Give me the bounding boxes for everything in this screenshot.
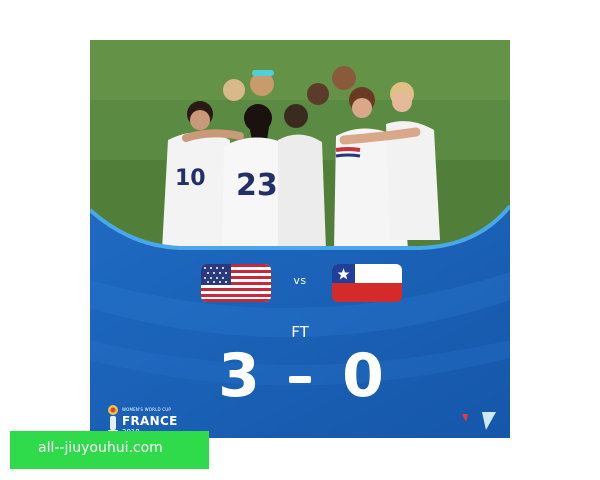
score-card: 10 23 vs FT 3 0 WOMEN'S WORLD CUP FRANCE xyxy=(90,40,510,438)
match-status: FT xyxy=(291,323,309,341)
usa-flag-icon xyxy=(201,264,271,302)
world-cup-emblem-icon xyxy=(108,405,118,433)
versus-label: vs xyxy=(293,274,307,287)
chile-flag-icon xyxy=(332,264,402,302)
chile-flag xyxy=(332,264,402,302)
home-score: 3 xyxy=(218,341,260,411)
away-score: 0 xyxy=(342,341,384,411)
watermark-banner: all--jiuyouhui.com xyxy=(10,431,209,469)
score-separator xyxy=(289,376,311,383)
tournament-subtitle: WOMEN'S WORLD CUP xyxy=(122,407,171,412)
broadcaster-logo-icon xyxy=(462,412,496,430)
tournament-name: FRANCE xyxy=(122,414,178,428)
usa-flag xyxy=(201,264,271,302)
watermark-text: all--jiuyouhui.com xyxy=(38,440,163,456)
